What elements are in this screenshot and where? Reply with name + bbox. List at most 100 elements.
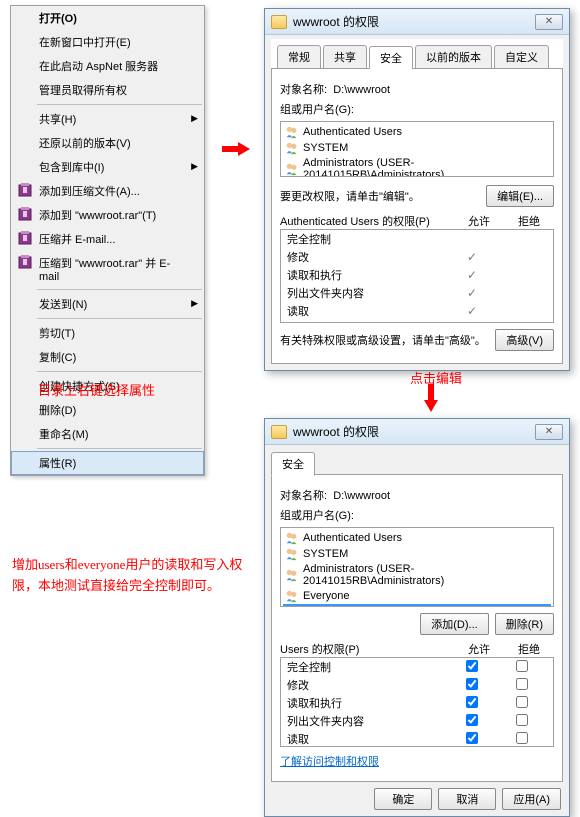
col-allow: 允许 xyxy=(454,213,504,229)
user-admins[interactable]: Administrators (USER-20141015RB\Administ… xyxy=(283,562,551,588)
adv-hint: 有关特殊权限或高级设置，请单击"高级"。 xyxy=(280,332,495,348)
deny-checkbox[interactable] xyxy=(516,732,528,744)
tab-row: 安全 xyxy=(271,451,563,475)
perm-listfolder: 列出文件夹内容✓ xyxy=(281,284,553,302)
allow-checkbox[interactable] xyxy=(466,696,478,708)
users-icon xyxy=(285,125,299,139)
user-everyone[interactable]: Everyone xyxy=(283,588,551,604)
ctx-rename[interactable]: 重命名(M) xyxy=(11,422,204,446)
object-path: D:\wwwroot xyxy=(333,490,390,502)
tab-security[interactable]: 安全 xyxy=(369,46,413,69)
chevron-right-icon: ▶ xyxy=(191,161,198,172)
dialog-title: wwwroot 的权限 xyxy=(293,423,535,440)
apply-button[interactable]: 应用(A) xyxy=(502,788,561,810)
dialog-footer: 确定 取消 应用(A) xyxy=(265,782,569,816)
perm-modify: 修改✓ xyxy=(281,248,553,266)
dialog-title: wwwroot 的权限 xyxy=(293,13,535,30)
user-system[interactable]: SYSTEM xyxy=(283,546,551,562)
separator xyxy=(37,289,202,290)
allow-checkbox[interactable] xyxy=(466,660,478,672)
users-icon xyxy=(285,605,299,607)
ctx-delete[interactable]: 删除(D) xyxy=(11,398,204,422)
ctx-cut[interactable]: 剪切(T) xyxy=(11,321,204,345)
users-icon xyxy=(285,141,299,155)
add-button[interactable]: 添加(D)... xyxy=(420,613,488,635)
context-menu: 打开(O) 在新窗口中打开(E) 在此启动 AspNet 服务器 管理员取得所有… xyxy=(10,5,205,476)
users-icon xyxy=(285,547,299,561)
ctx-compress-email[interactable]: 压缩并 E-mail... xyxy=(11,227,204,251)
tab-share[interactable]: 共享 xyxy=(323,45,367,68)
user-authenticated[interactable]: Authenticated Users xyxy=(283,124,551,140)
ctx-properties[interactable]: 属性(R) xyxy=(11,451,204,475)
ctx-compress-wwwroot-email[interactable]: 压缩到 "wwwroot.rar" 并 E-mail xyxy=(11,251,204,287)
user-list[interactable]: Authenticated Users SYSTEM Administrator… xyxy=(280,527,554,607)
titlebar: wwwroot 的权限 ✕ xyxy=(265,9,569,35)
allow-checkbox[interactable] xyxy=(466,678,478,690)
arrow-down-icon xyxy=(424,384,438,414)
deny-checkbox[interactable] xyxy=(516,696,528,708)
check-icon: ✓ xyxy=(447,286,497,300)
edit-button[interactable]: 编辑(E)... xyxy=(486,185,554,207)
close-button[interactable]: ✕ xyxy=(535,424,563,440)
cancel-button[interactable]: 取消 xyxy=(438,788,496,810)
group-users-label: 组或用户名(G): xyxy=(280,507,554,523)
user-admins[interactable]: Administrators (USER-20141015RB\Administ… xyxy=(283,156,551,177)
group-users-label: 组或用户名(G): xyxy=(280,101,554,117)
ctx-aspnet[interactable]: 在此启动 AspNet 服务器 xyxy=(11,54,204,78)
ctx-open-new-window[interactable]: 在新窗口中打开(E) xyxy=(11,30,204,54)
ctx-include-library[interactable]: 包含到库中(I)▶ xyxy=(11,155,204,179)
chevron-right-icon: ▶ xyxy=(191,113,198,124)
ctx-prev-versions[interactable]: 还原以前的版本(V) xyxy=(11,131,204,155)
object-label: 对象名称: xyxy=(280,490,327,502)
edit-hint: 要更改权限，请单击"编辑"。 xyxy=(280,188,486,204)
perm-read: 读取✓ xyxy=(281,302,553,320)
user-authenticated[interactable]: Authenticated Users xyxy=(283,530,551,546)
winrar-icon xyxy=(17,254,33,270)
perm-header: Authenticated Users 的权限(P) xyxy=(280,213,454,229)
ctx-copy[interactable]: 复制(C) xyxy=(11,345,204,369)
tab-custom[interactable]: 自定义 xyxy=(494,45,549,68)
perm-modify: 修改 xyxy=(281,676,553,694)
remove-button[interactable]: 删除(R) xyxy=(495,613,554,635)
close-button[interactable]: ✕ xyxy=(535,14,563,30)
tab-prev[interactable]: 以前的版本 xyxy=(415,45,492,68)
allow-checkbox[interactable] xyxy=(466,732,478,744)
ctx-open[interactable]: 打开(O) xyxy=(11,6,204,30)
winrar-icon xyxy=(17,182,33,198)
folder-icon xyxy=(271,425,287,439)
deny-checkbox[interactable] xyxy=(516,678,528,690)
deny-checkbox[interactable] xyxy=(516,660,528,672)
separator xyxy=(37,104,202,105)
learn-link[interactable]: 了解访问控制和权限 xyxy=(280,756,379,768)
tab-general[interactable]: 常规 xyxy=(277,45,321,68)
annotation-select-props: 目录上右键选择属性 xyxy=(38,380,155,399)
ctx-add-archive[interactable]: 添加到压缩文件(A)... xyxy=(11,179,204,203)
perm-readexec: 读取和执行✓ xyxy=(281,266,553,284)
ctx-add-wwwroot[interactable]: 添加到 "wwwroot.rar"(T) xyxy=(11,203,204,227)
perm-full: 完全控制 xyxy=(281,230,553,248)
object-label: 对象名称: xyxy=(280,84,327,96)
user-list[interactable]: Authenticated Users SYSTEM Administrator… xyxy=(280,121,554,177)
deny-checkbox[interactable] xyxy=(516,714,528,726)
advanced-button[interactable]: 高级(V) xyxy=(495,329,554,351)
separator xyxy=(37,318,202,319)
check-icon: ✓ xyxy=(447,250,497,264)
ctx-send-to[interactable]: 发送到(N)▶ xyxy=(11,292,204,316)
ctx-admin-own[interactable]: 管理员取得所有权 xyxy=(11,78,204,102)
tab-security[interactable]: 安全 xyxy=(271,452,315,476)
user-system[interactable]: SYSTEM xyxy=(283,140,551,156)
permissions-dialog: wwwroot 的权限 ✕ 安全 对象名称: D:\wwwroot 组或用户名(… xyxy=(264,418,570,817)
users-icon xyxy=(285,162,299,176)
users-icon xyxy=(285,589,299,603)
perm-write: 写入✓ xyxy=(281,320,553,322)
perm-listfolder: 列出文件夹内容 xyxy=(281,712,553,730)
perm-full: 完全控制 xyxy=(281,658,553,676)
users-icon xyxy=(285,531,299,545)
ok-button[interactable]: 确定 xyxy=(374,788,432,810)
users-icon xyxy=(285,568,299,582)
user-users-selected[interactable]: Users (USER-20141015RB\Users) xyxy=(283,604,551,607)
permission-table: 完全控制 修改✓ 读取和执行✓ 列出文件夹内容✓ 读取✓ 写入✓ xyxy=(280,229,554,323)
ctx-share[interactable]: 共享(H)▶ xyxy=(11,107,204,131)
allow-checkbox[interactable] xyxy=(466,714,478,726)
dialog-body: 对象名称: D:\wwwroot 组或用户名(G): Authenticated… xyxy=(271,69,563,364)
